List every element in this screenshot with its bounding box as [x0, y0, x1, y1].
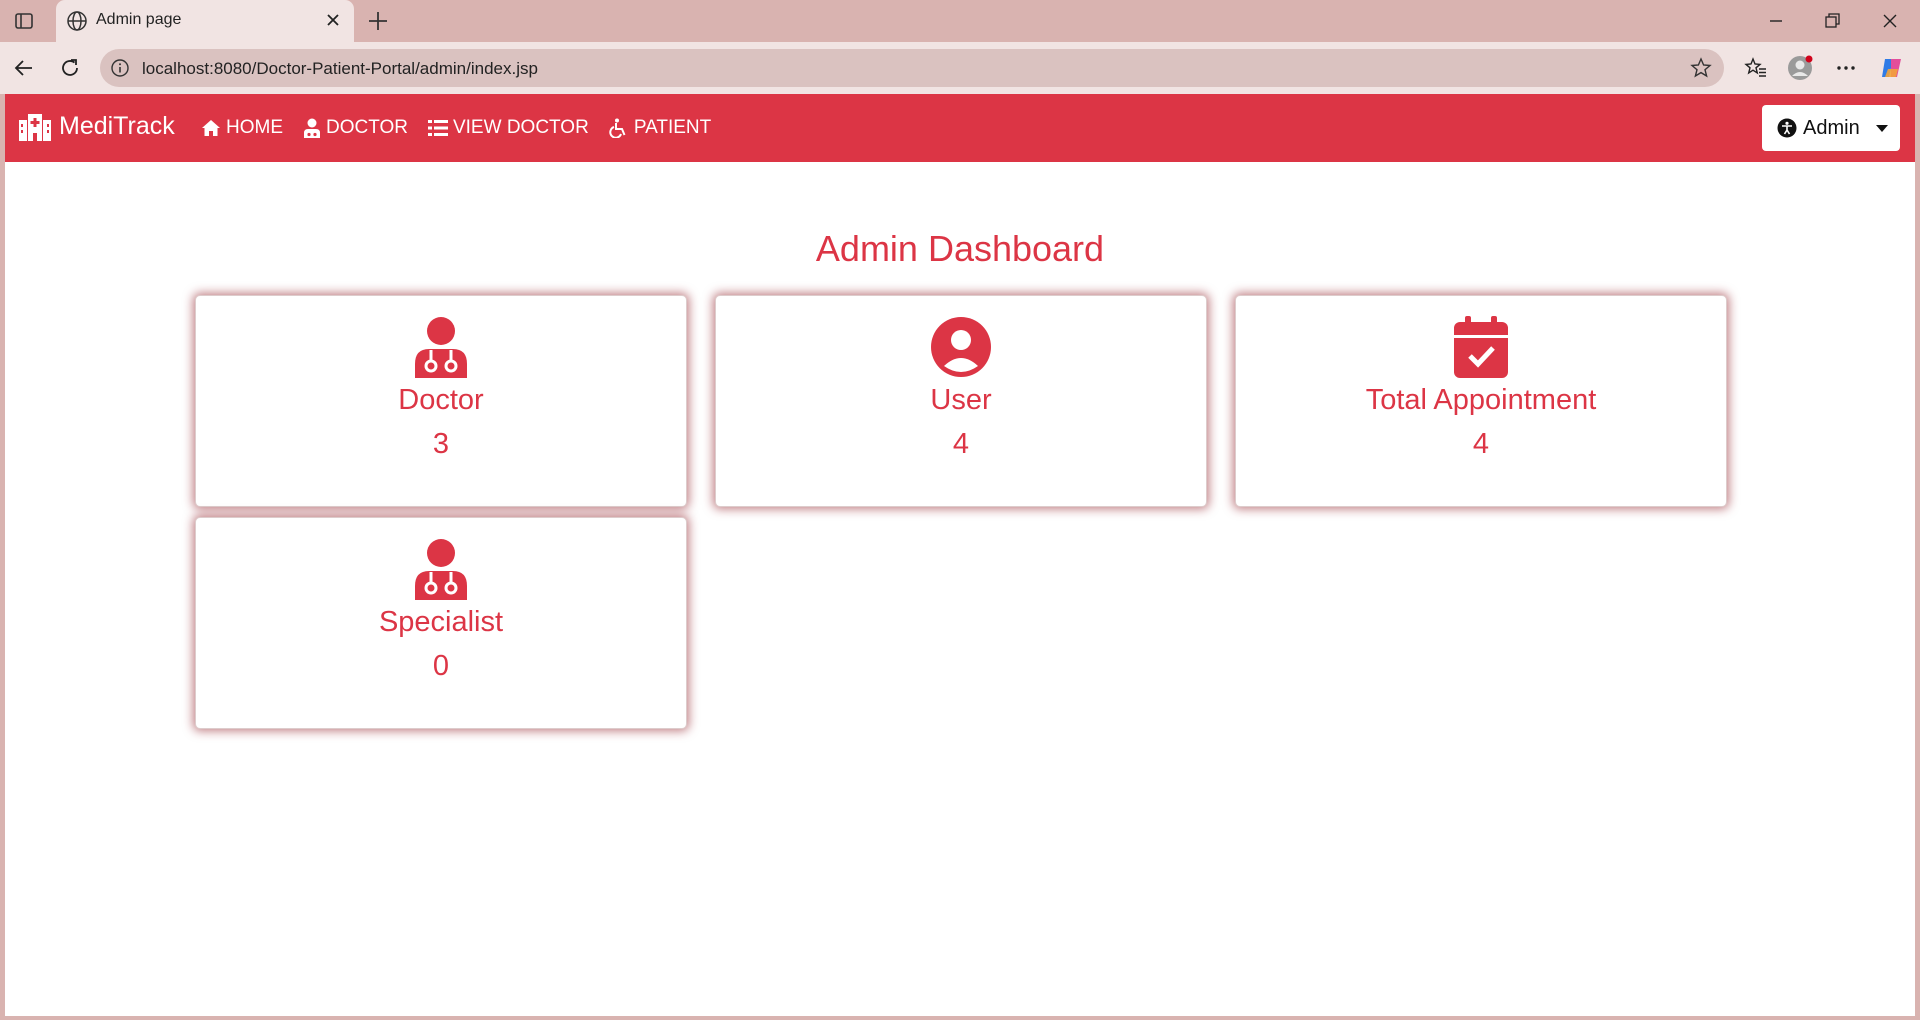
restore-icon[interactable] — [1818, 8, 1846, 34]
user-circle-icon — [931, 316, 991, 378]
card-count: 4 — [952, 428, 970, 460]
accessibility-icon — [1777, 118, 1797, 138]
user-doctor-icon — [304, 118, 320, 138]
favorites-icon[interactable] — [1742, 54, 1770, 82]
globe-icon — [66, 10, 88, 32]
nav-doctor-link[interactable]: DOCTOR — [303, 117, 408, 139]
reload-icon[interactable] — [56, 54, 84, 82]
copilot-icon[interactable] — [1878, 54, 1906, 82]
doctor-card[interactable]: Doctor 3 — [195, 295, 687, 507]
home-icon — [202, 120, 220, 136]
calendar-check-icon — [1451, 316, 1511, 378]
admin-label: Admin — [1803, 116, 1860, 139]
browser-toolbar: localhost:8080/Doctor-Patient-Portal/adm… — [0, 42, 1920, 94]
card-count: 4 — [1472, 428, 1490, 460]
browser-tab[interactable]: Admin page — [56, 0, 354, 42]
page-viewport: MediTrack HOME DOCTOR VIEW DOCTOR PATIEN… — [5, 94, 1915, 1016]
specialist-card[interactable]: Specialist 0 — [195, 517, 687, 729]
site-info-icon[interactable] — [110, 58, 130, 78]
nav-patient-link[interactable]: PATIENT — [609, 117, 711, 139]
wheelchair-icon — [609, 118, 626, 138]
url-text[interactable]: localhost:8080/Doctor-Patient-Portal/adm… — [142, 59, 538, 79]
address-bar[interactable]: localhost:8080/Doctor-Patient-Portal/adm… — [100, 49, 1724, 87]
brand-logo[interactable]: MediTrack — [19, 112, 175, 141]
card-count: 0 — [432, 650, 450, 682]
nav-view-doctor-label: VIEW DOCTOR — [452, 117, 589, 138]
nav-home-link[interactable]: HOME — [201, 117, 283, 139]
profile-avatar[interactable] — [1786, 54, 1814, 82]
appointment-card[interactable]: Total Appointment 4 — [1235, 295, 1727, 507]
nav-home-label: HOME — [226, 117, 283, 138]
nav-doctor-label: DOCTOR — [326, 117, 408, 138]
browser-tab-bar: Admin page — [0, 0, 1920, 42]
caret-down-icon — [1875, 124, 1888, 132]
hospital-icon — [19, 113, 51, 141]
user-doctor-icon — [411, 316, 471, 378]
nav-links: HOME DOCTOR VIEW DOCTOR PATIENT — [201, 117, 711, 139]
card-label: User — [930, 384, 992, 416]
top-navbar: MediTrack HOME DOCTOR VIEW DOCTOR PATIEN… — [5, 94, 1915, 162]
more-options-icon[interactable] — [1832, 54, 1860, 82]
nav-patient-label: PATIENT — [633, 117, 712, 138]
favorite-star-icon[interactable] — [1690, 57, 1712, 79]
sidebar-toggle-icon[interactable] — [12, 9, 36, 33]
card-label: Specialist — [378, 606, 504, 638]
new-tab-icon[interactable] — [364, 7, 392, 35]
tab-title: Admin page — [96, 11, 182, 28]
page-title: Admin Dashboard — [815, 228, 1105, 269]
user-doctor-icon — [411, 538, 471, 600]
minimize-icon[interactable] — [1762, 8, 1790, 34]
card-count: 3 — [432, 428, 450, 460]
user-card[interactable]: User 4 — [715, 295, 1207, 507]
admin-dropdown-button[interactable]: Admin — [1762, 105, 1900, 151]
close-tab-icon[interactable] — [322, 9, 344, 31]
nav-view-doctor-link[interactable]: VIEW DOCTOR — [427, 117, 589, 139]
back-arrow-icon[interactable] — [10, 54, 38, 82]
card-label: Doctor — [398, 384, 484, 416]
list-icon — [427, 120, 448, 136]
close-window-icon[interactable] — [1876, 8, 1904, 34]
card-label: Total Appointment — [1365, 384, 1597, 416]
brand-name: MediTrack — [59, 112, 175, 140]
